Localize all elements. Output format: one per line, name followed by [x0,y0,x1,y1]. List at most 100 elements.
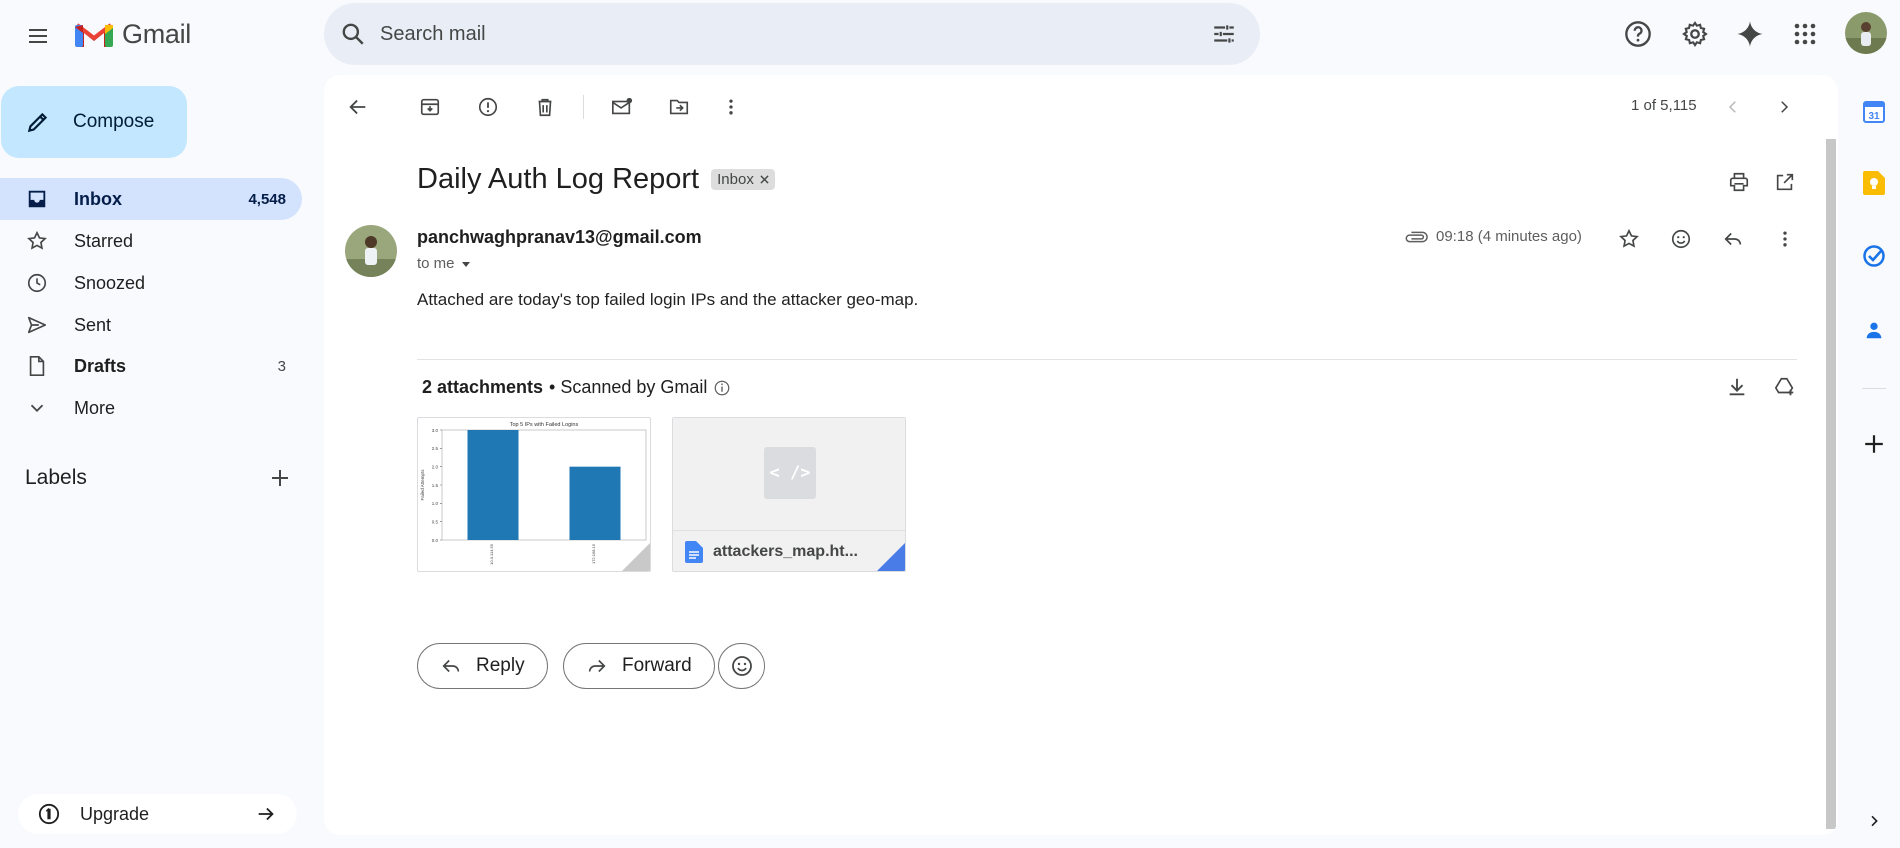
show-side-panel-button[interactable] [1856,803,1892,839]
x-tick-label: 10.0.114.55 [489,543,494,565]
tasks-app-button[interactable] [1856,238,1892,274]
contacts-icon [1866,322,1882,339]
file-name: attackers_map.ht... [713,542,858,560]
upgrade-button[interactable]: Upgrade [18,794,297,834]
keep-icon [1863,171,1885,195]
message-more-button[interactable] [1765,219,1805,259]
move-to-button[interactable] [659,87,699,127]
more-actions-button[interactable] [711,87,751,127]
search-input[interactable] [380,22,1202,46]
pager-text: 1 of 5,115 [1631,97,1697,114]
recipient-text: to me [417,255,455,272]
emoji-icon [731,656,752,676]
upgrade-icon [38,803,60,825]
download-all-button[interactable] [1717,367,1757,407]
sidebar-item-sent[interactable]: Sent [0,304,302,346]
hamburger-icon [29,29,47,43]
attachments-divider [417,359,1797,360]
y-tick-label: 0.5 [432,519,439,524]
label-chip-inbox[interactable]: Inbox [711,169,775,190]
sender-avatar[interactable] [345,225,397,277]
scroll-thumb[interactable] [1826,139,1836,829]
forward-icon [588,659,606,673]
chart-title: Top 5 IPs with Failed Logins [510,422,579,428]
calendar-app-button[interactable]: 31 [1856,94,1892,130]
caret-down-icon [461,261,470,267]
search-bar[interactable] [324,3,1260,65]
sidebar-item-label: Snoozed [74,272,146,293]
chevron-left-icon [1728,101,1736,113]
sidebar-item-starred[interactable]: Starred [0,220,302,262]
apps-button[interactable] [1783,12,1827,56]
compose-label: Compose [73,111,155,132]
get-addons-button[interactable] [1856,426,1892,462]
y-tick-label: 2.0 [432,464,439,469]
reply-icon [1724,232,1742,246]
older-button[interactable] [1764,87,1804,127]
y-tick-label: 1.0 [432,501,439,506]
y-tick-label: 3.0 [432,428,439,433]
support-button[interactable] [1616,12,1660,56]
attachment-chart-image[interactable]: Top 5 IPs with Failed Logins 0.0 0.5 1.0 1.5… [417,417,651,572]
reply-icon-button[interactable] [1713,219,1753,259]
print-button[interactable] [1719,162,1759,202]
create-label-button[interactable] [262,460,298,496]
open-new-window-button[interactable] [1765,162,1805,202]
sidebar-item-inbox[interactable]: Inbox 4,548 [0,178,302,220]
toolbar-divider [583,95,584,119]
report-spam-button[interactable] [468,87,508,127]
archive-icon [420,98,440,116]
trash-icon [538,98,552,117]
gemini-button[interactable] [1728,12,1772,56]
scrollbar[interactable] [1824,135,1838,835]
inbox-count: 4,548 [248,190,286,208]
recipient-details[interactable]: to me [417,255,471,272]
drafts-count: 3 [277,357,286,375]
emoji-reaction-button[interactable] [718,643,765,689]
contacts-app-button[interactable] [1856,312,1892,348]
print-icon [1729,172,1749,192]
reply-label: Reply [476,655,525,676]
attachments-header: 2 attachments • Scanned by Gmail [422,377,731,398]
draft-icon [29,356,45,376]
close-icon[interactable] [760,175,769,184]
more-vert-icon [729,99,733,115]
email-body: Attached are today's top failed login IP… [417,290,919,309]
chevron-down-icon [30,404,44,413]
star-icon [27,230,47,250]
add-reaction-button[interactable] [1661,219,1701,259]
label-chip-text: Inbox [717,171,754,188]
sidebar-item-drafts[interactable]: Drafts 3 [0,345,302,387]
reply-icon [442,659,460,673]
archive-button[interactable] [410,87,450,127]
mark-unread-button[interactable] [602,87,642,127]
compose-button[interactable]: Compose [1,86,187,158]
back-button[interactable] [338,87,378,127]
attachment-html-file[interactable]: < /> attackers_map.ht... [672,417,906,572]
info-icon[interactable] [713,379,731,397]
search-icon[interactable] [340,21,366,47]
delete-button[interactable] [525,87,565,127]
newer-button[interactable] [1713,87,1753,127]
report-icon [478,97,498,117]
forward-button[interactable]: Forward [563,643,715,689]
subject-row: Daily Auth Log Report Inbox [417,163,775,196]
clock-icon [27,273,47,293]
inbox-icon [28,190,46,208]
account-avatar[interactable] [1845,12,1887,54]
svg-text:31: 31 [1868,111,1880,122]
settings-button[interactable] [1673,12,1717,56]
reply-button[interactable]: Reply [417,643,548,689]
main-menu-button[interactable] [18,16,58,56]
sidebar-item-label: Starred [74,230,134,251]
sidebar-item-more[interactable]: More [0,387,302,429]
keep-app-button[interactable] [1856,165,1892,201]
search-options-button[interactable] [1202,12,1246,56]
sender-email[interactable]: panchwaghpranav13@gmail.com [417,227,702,248]
sidebar-item-snoozed[interactable]: Snoozed [0,262,302,304]
sidebar-item-label: Drafts [74,355,127,376]
gmail-logo[interactable]: Gmail [74,16,191,52]
add-to-drive-button[interactable] [1765,367,1805,407]
star-button[interactable] [1609,219,1649,259]
labels-heading: Labels [25,466,87,489]
